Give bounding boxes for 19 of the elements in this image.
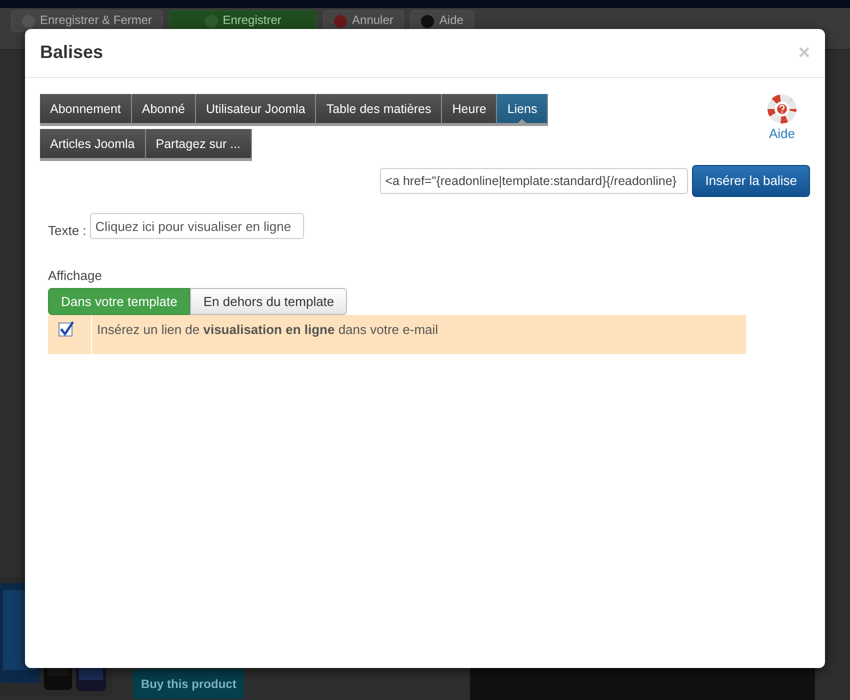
tab[interactable]: Heure [442,94,498,126]
text-field[interactable]: Cliquez ici pour visualiser en ligne [90,213,304,240]
help-button[interactable]: Aide [767,94,797,144]
tab[interactable]: Articles Joomla [40,129,146,161]
tab[interactable]: Table des matières [316,94,442,126]
display-option[interactable]: En dehors du template [190,288,348,315]
option-description: Insérez un lien de visualisation en ligne dans votre e-mail [96,321,440,339]
buy-button[interactable]: Buy this product [133,669,244,699]
tag-field[interactable]: <a href="{readonline|template:standard}{/readonline} [380,168,688,194]
insert-tag-button[interactable]: Insérer la balise [692,165,810,196]
display-label: Affichage [48,268,102,283]
lifebuoy-icon [767,94,797,124]
tab[interactable]: Utilisateur Joomla [196,94,316,126]
tab[interactable]: Liens [497,94,548,126]
tab[interactable]: Abonnement [40,94,132,126]
modal-title: Balises [40,42,104,64]
tab[interactable]: Abonné [132,94,196,126]
text-label: Texte : [48,222,86,240]
tab[interactable]: Partagez sur ... [146,129,252,161]
